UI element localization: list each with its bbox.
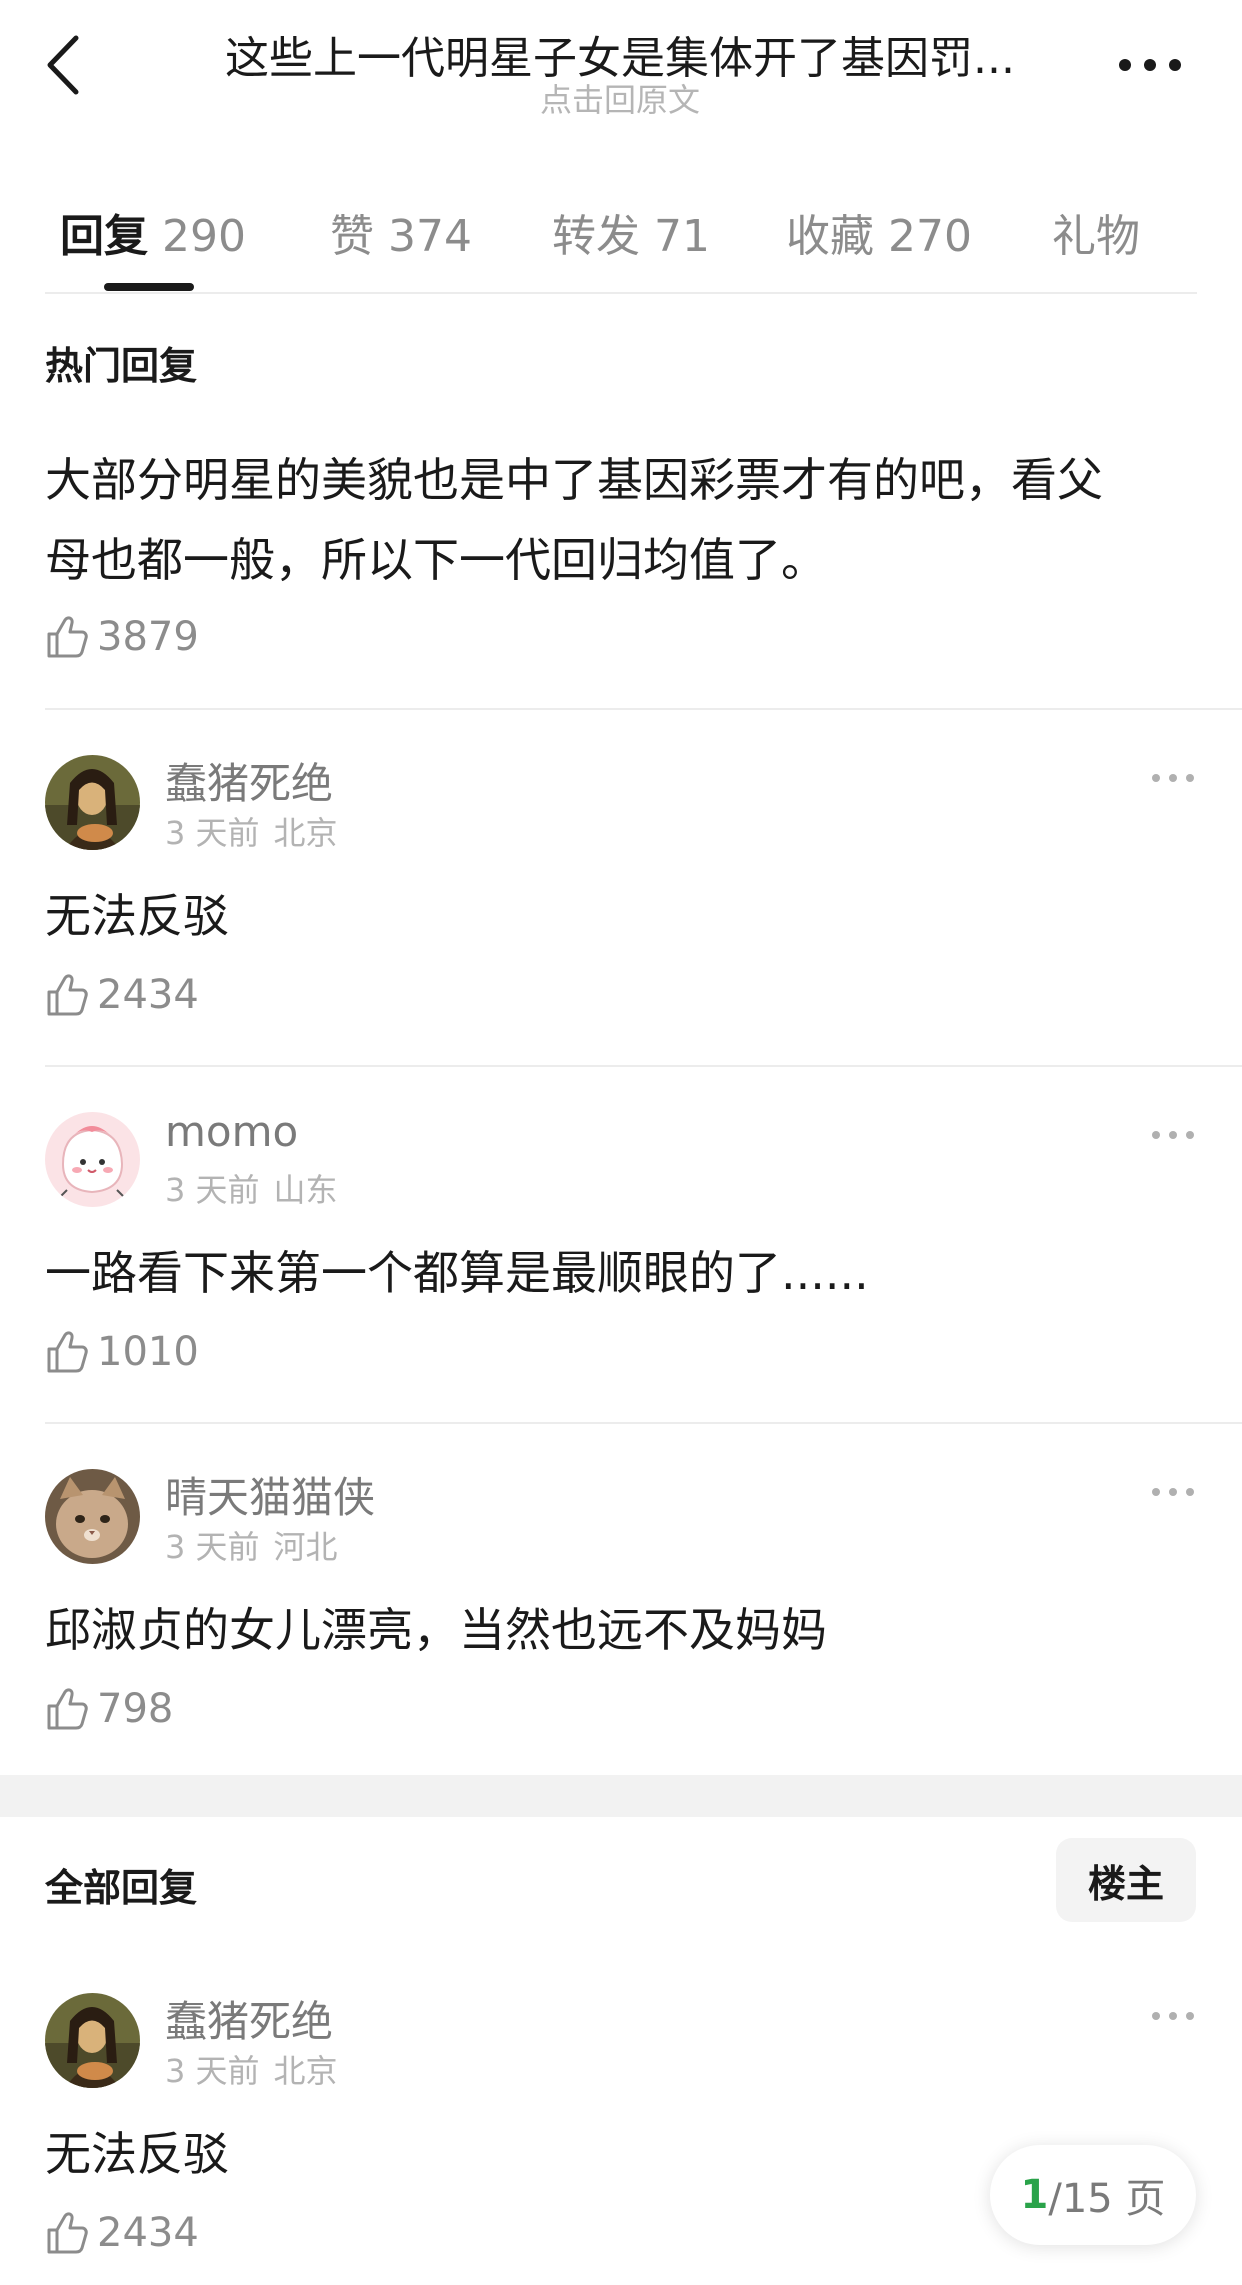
tab-reposts[interactable]: 转发 71 xyxy=(552,200,710,264)
comment-location: 山东 xyxy=(273,1171,338,1209)
comment-menu-button[interactable] xyxy=(1150,768,1196,788)
tab-label: 收藏 xyxy=(786,211,874,262)
like-button[interactable]: 2434 xyxy=(45,2203,199,2263)
chevron-left-icon xyxy=(47,35,79,95)
more-horizontal-icon xyxy=(1152,1488,1194,1496)
thumbs-up-icon xyxy=(47,2212,88,2254)
like-button[interactable]: 1010 xyxy=(45,1322,199,1382)
comment-menu-button[interactable] xyxy=(1150,1482,1196,1502)
comment-meta: 3 天前 北京 xyxy=(165,2046,352,2092)
all-replies-heading: 全部回复 xyxy=(45,1866,198,1910)
more-horizontal-icon xyxy=(1119,59,1181,71)
like-count: 1010 xyxy=(97,1329,199,1375)
comment-time: 3 天前 xyxy=(165,1528,260,1566)
tab-gifts[interactable]: 礼物 xyxy=(1052,200,1140,264)
top-reply-line: 母也都一般，所以下一代回归均值了。 xyxy=(45,533,827,587)
like-count: 2434 xyxy=(97,2210,199,2256)
thumbs-up-icon xyxy=(47,616,88,658)
more-horizontal-icon xyxy=(1152,774,1194,782)
username[interactable]: 蠢猪死绝 xyxy=(165,750,333,811)
comment-text: 无法反驳 xyxy=(45,889,229,943)
more-horizontal-icon xyxy=(1152,1131,1194,1139)
hot-replies-heading: 热门回复 xyxy=(45,344,198,388)
comment-meta: 3 天前 北京 xyxy=(165,808,352,854)
tab-replies[interactable]: 回复 290 xyxy=(60,200,246,264)
owner-only-button[interactable]: 楼主 xyxy=(1056,1838,1196,1922)
tab-label: 回复 xyxy=(60,211,148,262)
thumbs-up-icon xyxy=(47,1688,88,1730)
tab-count: 290 xyxy=(162,211,246,262)
tab-favorites[interactable]: 收藏 270 xyxy=(786,200,972,264)
tab-label: 赞 xyxy=(330,211,374,262)
comment-menu-button[interactable] xyxy=(1150,1125,1196,1145)
divider xyxy=(45,1422,1242,1424)
comment-time: 3 天前 xyxy=(165,1171,260,1209)
more-button[interactable] xyxy=(1115,50,1185,80)
top-reply-line: 大部分明星的美貌也是中了基因彩票才有的吧，看父 xyxy=(45,453,1103,507)
thumbs-up-icon xyxy=(47,974,88,1016)
tab-likes[interactable]: 赞 374 xyxy=(330,200,472,264)
tab-count: 270 xyxy=(888,211,972,262)
like-count: 3879 xyxy=(97,614,199,660)
top-reply-text: 大部分明星的美貌也是中了基因彩票才有的吧，看父 母也都一般，所以下一代回归均值了… xyxy=(45,440,1195,600)
tab-label: 转发 xyxy=(552,211,640,262)
avatar[interactable] xyxy=(45,755,140,850)
username[interactable]: 晴天猫猫侠 xyxy=(165,1464,375,1525)
cat-avatar-icon xyxy=(45,1469,140,1564)
like-button[interactable]: 798 xyxy=(45,1679,173,1739)
divider xyxy=(45,1065,1242,1067)
current-page: 1 xyxy=(1020,2172,1049,2218)
comment-location: 北京 xyxy=(273,2052,338,2090)
username[interactable]: momo xyxy=(165,1107,298,1156)
section-separator xyxy=(0,1775,1242,1817)
comment-meta: 3 天前 山东 xyxy=(165,1165,352,1211)
like-count: 2434 xyxy=(97,972,199,1018)
comment-location: 北京 xyxy=(273,814,338,852)
tab-label: 礼物 xyxy=(1052,211,1140,262)
pink-cartoon-avatar-icon xyxy=(45,1112,140,1207)
like-button[interactable]: 3879 xyxy=(45,607,199,667)
comment-time: 3 天前 xyxy=(165,814,260,852)
comment-text: 无法反驳 xyxy=(45,2127,229,2181)
active-tab-indicator xyxy=(104,283,194,291)
comment-text: 邱淑贞的女儿漂亮，当然也远不及妈妈 xyxy=(45,1603,827,1657)
divider xyxy=(45,292,1197,294)
comment-time: 3 天前 xyxy=(165,2052,260,2090)
like-count: 798 xyxy=(97,1686,174,1732)
tab-bar: 回复 290 赞 374 转发 71 收藏 270 礼物 xyxy=(0,190,1242,300)
total-pages: /15 页 xyxy=(1048,2176,1166,2222)
avatar[interactable] xyxy=(45,1993,140,2088)
top-bar: 这些上一代明星子女是集体开了基因罚... 点击回原文 xyxy=(0,0,1242,140)
comment-meta: 3 天前 河北 xyxy=(165,1522,352,1568)
avatar[interactable] xyxy=(45,1469,140,1564)
tab-count: 71 xyxy=(654,211,710,262)
tab-count: 374 xyxy=(388,211,472,262)
comment-location: 河北 xyxy=(273,1528,338,1566)
mona-lisa-avatar-icon xyxy=(45,1993,140,2088)
thumbs-up-icon xyxy=(47,1331,88,1373)
more-horizontal-icon xyxy=(1152,2012,1194,2020)
back-button[interactable] xyxy=(40,30,90,100)
avatar[interactable] xyxy=(45,1112,140,1207)
mona-lisa-avatar-icon xyxy=(45,755,140,850)
divider xyxy=(45,708,1242,710)
back-to-original-link[interactable]: 点击回原文 xyxy=(180,75,1060,121)
comment-text: 一路看下来第一个都算是最顺眼的了...... xyxy=(45,1246,869,1300)
page-indicator-button[interactable]: 1/15 页 xyxy=(990,2145,1196,2245)
username[interactable]: 蠢猪死绝 xyxy=(165,1988,333,2049)
like-button[interactable]: 2434 xyxy=(45,965,199,1025)
comment-menu-button[interactable] xyxy=(1150,2006,1196,2026)
